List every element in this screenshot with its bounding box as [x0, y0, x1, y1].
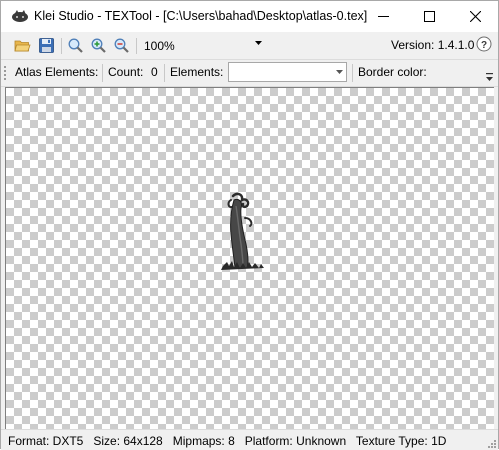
close-icon [469, 11, 481, 22]
zoom-select[interactable]: 100% [140, 36, 264, 56]
svg-text:?: ? [481, 40, 487, 51]
resize-grip-icon[interactable] [486, 438, 496, 448]
close-button[interactable] [452, 1, 498, 32]
status-bar: Format: DXT5 Size: 64x128 Mipmaps: 8 Pla… [1, 429, 498, 450]
klei-app-icon [12, 10, 28, 22]
minimize-icon [377, 16, 389, 17]
help-icon[interactable]: ? [476, 36, 492, 52]
zoom-out-icon[interactable] [113, 37, 130, 54]
count-label: Count: [108, 65, 144, 79]
zoom-value: 100% [144, 39, 175, 53]
toolbar-overflow-icon[interactable] [485, 73, 494, 83]
minimize-button[interactable] [360, 1, 406, 32]
save-icon[interactable] [38, 37, 55, 54]
title-bar[interactable]: Klei Studio - TEXTool - [C:\Users\bahad\… [1, 1, 498, 32]
maximize-button[interactable] [406, 1, 452, 32]
count-value: 0 [151, 65, 158, 79]
toolbar-grip-icon[interactable] [4, 65, 7, 81]
toolbar-separator [136, 38, 137, 54]
texture-preview-image [221, 192, 264, 270]
texture-canvas[interactable] [5, 87, 494, 429]
zoom-icon[interactable] [67, 37, 84, 54]
toolbar-separator [352, 64, 353, 82]
window-title: Klei Studio - TEXTool - [C:\Users\bahad\… [34, 9, 368, 23]
elements-label: Elements: [170, 65, 224, 79]
chevron-down-icon [336, 70, 343, 74]
toolbar-separator [102, 64, 103, 82]
elements-select[interactable] [228, 62, 347, 82]
atlas-toolbar: Atlas Elements: Count: 0 Elements: Borde… [1, 59, 498, 87]
version-label: Version: 1.4.1.0 [391, 38, 475, 52]
status-text: Format: DXT5 Size: 64x128 Mipmaps: 8 Pla… [8, 434, 447, 448]
zoom-in-icon[interactable] [90, 37, 107, 54]
atlas-elements-label: Atlas Elements: [15, 65, 99, 79]
border-color-label: Border color: [358, 65, 427, 79]
toolbar-separator [164, 64, 165, 82]
toolbar-separator [61, 38, 62, 54]
chevron-down-icon [255, 41, 262, 45]
open-folder-icon[interactable] [14, 37, 31, 54]
app-window: Klei Studio - TEXTool - [C:\Users\bahad\… [0, 0, 499, 450]
maximize-icon [423, 11, 435, 22]
